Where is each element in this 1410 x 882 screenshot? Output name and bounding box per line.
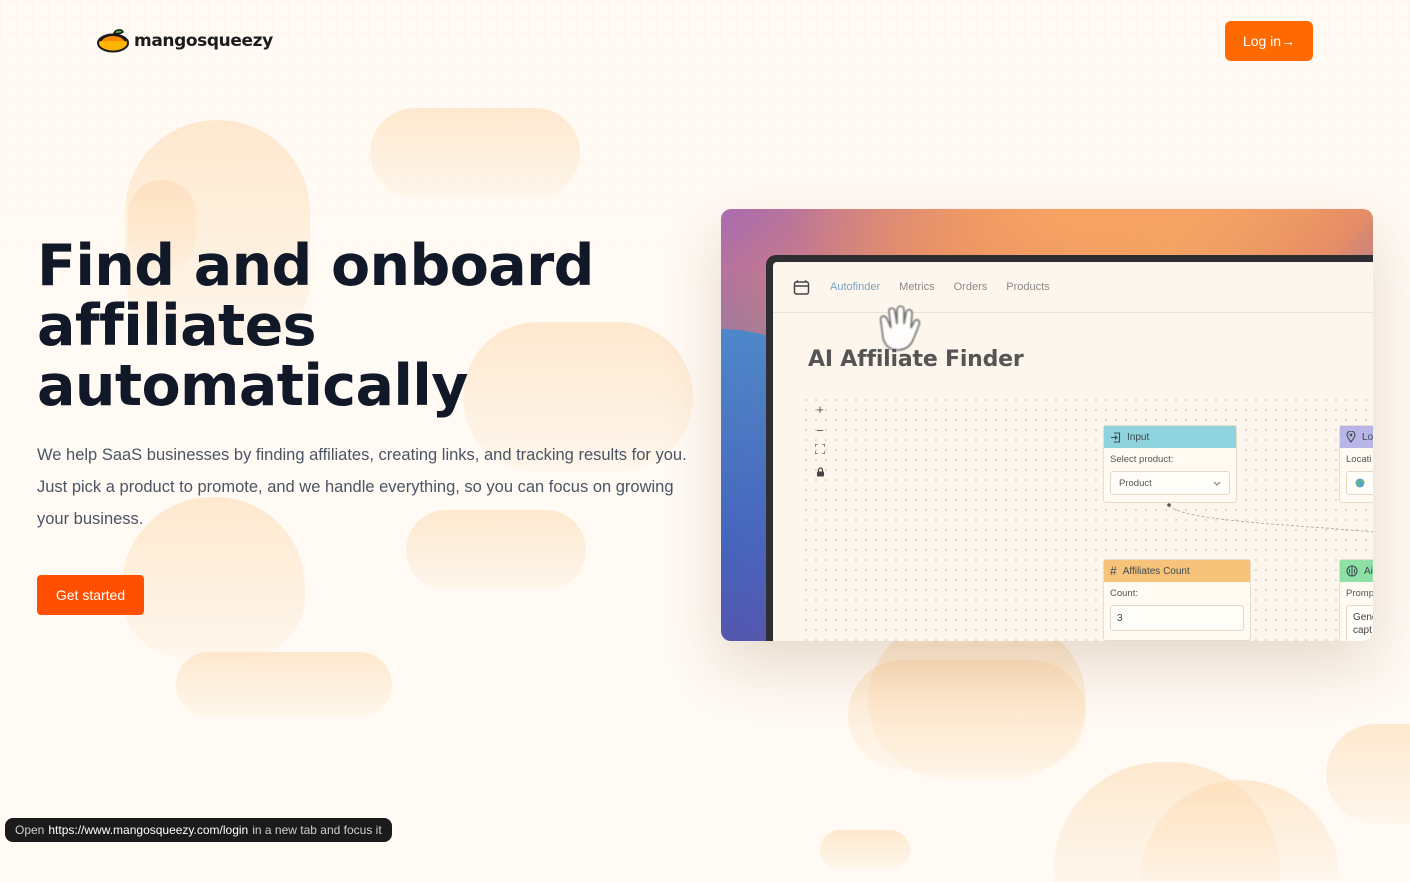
ai-prompt-line: capt — [1353, 625, 1372, 636]
product-select[interactable]: Product — [1110, 471, 1230, 495]
input-node-title: Input — [1127, 431, 1150, 443]
input-node-header: Input — [1104, 426, 1236, 448]
chevron-down-icon — [1213, 481, 1221, 486]
hero-title-line: affiliates — [37, 293, 317, 359]
ai-prompt-node-title: Ai — [1364, 565, 1373, 577]
flow-canvas[interactable]: + − Input Select product: Product Lo Loc… — [801, 395, 1373, 641]
affiliates-count-node-header: # Affiliates Count — [1104, 560, 1250, 582]
brand-logo[interactable]: mangosqueezy — [96, 29, 273, 53]
link-status-bar: Open https://www.mangosqueezy.com/login … — [5, 818, 392, 842]
map-pin-icon — [1346, 431, 1356, 443]
location-node-header: Lo — [1340, 426, 1373, 448]
box-icon — [793, 279, 810, 295]
hero-subtitle: We help SaaS businesses by finding affil… — [37, 446, 687, 528]
tab-autofinder[interactable]: Autofinder — [830, 281, 880, 293]
preview-tabs: Autofinder Metrics Orders Products — [830, 262, 1050, 312]
affiliates-count-node[interactable]: # Affiliates Count Count: 3 — [1103, 559, 1251, 641]
location-node-label: Locati — [1346, 454, 1372, 465]
background-blob — [820, 830, 910, 870]
location-node[interactable]: Lo Locati — [1339, 425, 1373, 503]
affiliates-count-label: Count: — [1110, 588, 1138, 599]
tab-products[interactable]: Products — [1006, 281, 1049, 293]
preview-page-title: AI Affiliate Finder — [808, 347, 1024, 372]
hero-title: Find and onboard affiliates automaticall… — [37, 236, 677, 416]
background-blob — [176, 652, 392, 717]
login-button[interactable]: Log in→ — [1225, 21, 1313, 61]
status-suffix: in a new tab and focus it — [252, 823, 382, 837]
background-blob — [1140, 780, 1340, 880]
brand-name: mangosqueezy — [134, 31, 273, 51]
hero-title-line: automatically — [37, 353, 468, 419]
login-arrow-icon — [1111, 431, 1121, 443]
status-prefix: Open — [15, 823, 45, 837]
location-node-title: Lo — [1362, 431, 1373, 443]
background-blob — [868, 620, 1086, 780]
hero-title-line: Find and onboard — [37, 233, 594, 299]
input-node[interactable]: Input Select product: Product — [1103, 425, 1237, 503]
get-started-button[interactable]: Get started — [37, 575, 144, 615]
location-select[interactable] — [1346, 471, 1373, 495]
background-blob — [848, 660, 1086, 770]
flow-edges — [1167, 503, 1373, 640]
mango-logo-icon — [97, 29, 129, 53]
ai-prompt-line: Gene — [1353, 612, 1373, 623]
background-blob — [1053, 762, 1280, 882]
ai-prompt-label: Promp — [1346, 588, 1373, 599]
affiliates-count-node-title: Affiliates Count — [1122, 565, 1190, 577]
ai-prompt-node[interactable]: Ai Promp Gene capt — [1339, 559, 1373, 641]
tab-metrics[interactable]: Metrics — [899, 281, 934, 293]
affiliates-count-input[interactable]: 3 — [1110, 605, 1244, 631]
input-node-label: Select product: — [1110, 454, 1174, 465]
tab-orders[interactable]: Orders — [954, 281, 988, 293]
product-preview: Autofinder Metrics Orders Products AI Af… — [721, 209, 1373, 641]
globe-icon — [1355, 478, 1365, 488]
ai-prompt-node-header: Ai — [1340, 560, 1373, 582]
hash-icon: # — [1110, 564, 1117, 578]
preview-app: Autofinder Metrics Orders Products AI Af… — [773, 262, 1373, 641]
brain-icon — [1346, 565, 1358, 577]
background-blob — [1326, 724, 1410, 824]
preview-screen-frame: Autofinder Metrics Orders Products AI Af… — [766, 255, 1373, 641]
background-blob — [370, 108, 580, 198]
status-url: https://www.mangosqueezy.com/login — [48, 823, 249, 837]
preview-nav: Autofinder Metrics Orders Products — [773, 262, 1373, 313]
ai-prompt-input[interactable]: Gene capt — [1346, 605, 1373, 641]
product-select-value: Product — [1119, 477, 1152, 489]
